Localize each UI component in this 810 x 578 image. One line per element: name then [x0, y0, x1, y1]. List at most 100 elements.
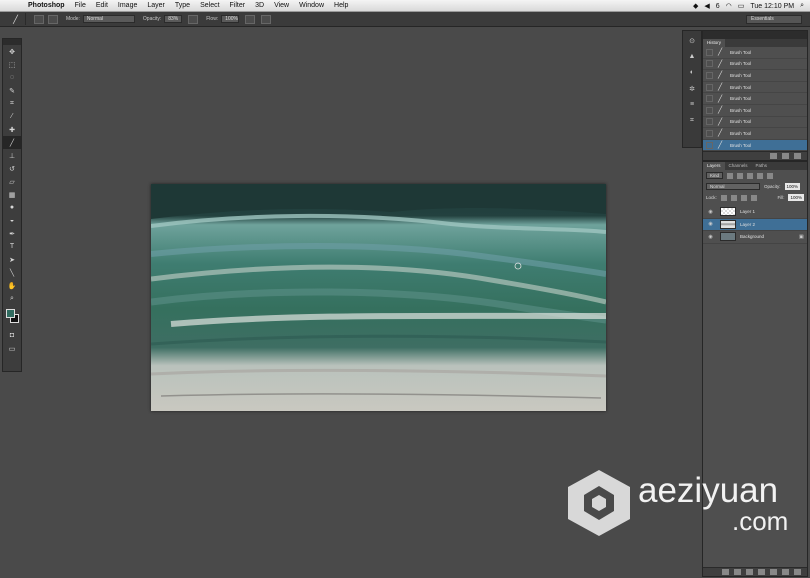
brush-tool-icon[interactable]: ╱: [3, 136, 21, 149]
history-source-box[interactable]: [706, 60, 713, 68]
history-source-box[interactable]: [706, 95, 713, 103]
adjustment-layer-icon[interactable]: [758, 569, 765, 575]
menu-select[interactable]: Select: [195, 2, 224, 9]
blend-mode-select[interactable]: Normal: [706, 183, 760, 190]
brush-size-picker[interactable]: [34, 14, 44, 24]
tab-history[interactable]: History: [703, 39, 726, 47]
filter-adjustment-icon[interactable]: [737, 172, 744, 179]
visibility-eye-icon[interactable]: ◉: [706, 209, 715, 215]
history-item[interactable]: ╱ Brush Tool: [703, 82, 807, 94]
info-panel-icon[interactable]: ⌗: [683, 114, 701, 127]
styles-panel-icon[interactable]: ✲: [683, 82, 701, 95]
history-item[interactable]: ╱ Brush Tool: [703, 70, 807, 82]
lock-transparent-icon[interactable]: [720, 194, 727, 201]
status-count[interactable]: 6: [716, 3, 720, 10]
brush-preset-icon[interactable]: ╱: [6, 13, 26, 25]
layer-fill-field[interactable]: 100%: [788, 194, 804, 201]
history-source-box[interactable]: [706, 71, 713, 79]
layer-opacity-field[interactable]: 100%: [784, 183, 801, 190]
move-tool-icon[interactable]: ✥: [3, 45, 21, 58]
quick-select-tool-icon[interactable]: ✎: [3, 84, 21, 97]
tab-channels[interactable]: Channels: [725, 162, 752, 170]
menu-image[interactable]: Image: [113, 2, 142, 9]
battery-icon[interactable]: ▭: [738, 2, 745, 10]
histogram-panel-icon[interactable]: ▲: [683, 50, 701, 63]
history-source-box[interactable]: [706, 129, 713, 137]
visibility-eye-icon[interactable]: ◉: [706, 234, 715, 240]
history-item[interactable]: ╱ Brush Tool: [703, 128, 807, 140]
new-group-icon[interactable]: [770, 569, 777, 575]
tab-layers[interactable]: Layers: [703, 162, 725, 170]
type-tool-icon[interactable]: T: [3, 240, 21, 253]
menu-3d[interactable]: 3D: [250, 2, 269, 9]
history-source-box[interactable]: [706, 106, 713, 114]
airbrush-icon[interactable]: [245, 14, 256, 24]
tab-paths[interactable]: Paths: [752, 162, 772, 170]
wifi-icon[interactable]: ◠: [726, 2, 732, 10]
healing-tool-icon[interactable]: ✚: [3, 123, 21, 136]
clone-stamp-tool-icon[interactable]: ⊥: [3, 149, 21, 162]
layer-row[interactable]: ◉ Layer 1: [703, 206, 807, 219]
history-item[interactable]: ╱ Brush Tool: [703, 117, 807, 129]
lasso-tool-icon[interactable]: ◌: [3, 71, 21, 84]
history-item-selected[interactable]: ╱ Brush Tool: [703, 139, 807, 152]
lock-pixels-icon[interactable]: [730, 194, 737, 201]
opacity-field[interactable]: 83%: [164, 15, 183, 23]
filter-smart-object-icon[interactable]: [767, 172, 774, 179]
crop-tool-icon[interactable]: ⌗: [3, 97, 21, 110]
hand-tool-icon[interactable]: ✋: [3, 279, 21, 292]
history-item[interactable]: ╱ Brush Tool: [703, 105, 807, 117]
shape-tool-icon[interactable]: ╲: [3, 266, 21, 279]
history-item[interactable]: ╱ Brush Tool: [703, 59, 807, 71]
visibility-eye-icon[interactable]: ◉: [706, 221, 715, 227]
dodge-tool-icon[interactable]: ◒: [3, 214, 21, 227]
filter-kind-select[interactable]: Kind: [706, 172, 724, 179]
history-source-box[interactable]: [706, 48, 713, 56]
history-item[interactable]: ╱ Brush Tool: [703, 93, 807, 105]
layer-row[interactable]: ◉ Background ▣: [703, 231, 807, 244]
blur-tool-icon[interactable]: ●: [3, 201, 21, 214]
path-select-tool-icon[interactable]: ➤: [3, 253, 21, 266]
zoom-tool-icon[interactable]: ⌕: [3, 292, 21, 305]
menu-filter[interactable]: Filter: [225, 2, 251, 9]
mode-select[interactable]: Normal: [82, 15, 135, 23]
pressure-opacity-icon[interactable]: [188, 14, 199, 24]
screen-mode-icon[interactable]: ▭: [3, 342, 21, 355]
lock-position-icon[interactable]: [740, 194, 747, 201]
spotlight-search-icon[interactable]: ⌕: [800, 2, 804, 10]
menu-help[interactable]: Help: [329, 2, 353, 9]
delete-layer-icon[interactable]: [794, 569, 801, 575]
menu-layer[interactable]: Layer: [142, 2, 170, 9]
add-mask-icon[interactable]: [746, 569, 753, 575]
history-item[interactable]: ╱ Brush Tool: [703, 47, 807, 59]
document-canvas[interactable]: [151, 184, 606, 411]
new-layer-icon[interactable]: [782, 569, 789, 575]
foreground-color-swatch[interactable]: [6, 309, 15, 318]
menu-view[interactable]: View: [269, 2, 294, 9]
menu-file[interactable]: File: [70, 2, 91, 9]
pen-tool-icon[interactable]: ✒: [3, 227, 21, 240]
eraser-tool-icon[interactable]: ▱: [3, 175, 21, 188]
new-document-from-state-icon[interactable]: [770, 153, 777, 159]
history-panel-icon[interactable]: ⊙: [683, 34, 701, 47]
history-source-box[interactable]: [706, 141, 713, 149]
color-swatches[interactable]: [3, 307, 21, 327]
marquee-tool-icon[interactable]: ⬚: [3, 58, 21, 71]
properties-panel-icon[interactable]: ≡: [683, 98, 701, 111]
layer-row-selected[interactable]: ◉ Layer 2: [703, 218, 807, 231]
workspace-switcher[interactable]: Essentials: [746, 15, 802, 24]
volume-icon[interactable]: ◀: [704, 2, 709, 10]
menu-window[interactable]: Window: [294, 2, 329, 9]
clock[interactable]: Tue 12:10 PM: [750, 3, 794, 10]
filter-pixel-icon[interactable]: [727, 172, 734, 179]
pressure-size-icon[interactable]: [261, 14, 272, 24]
app-menu[interactable]: Photoshop: [20, 2, 70, 9]
link-layers-icon[interactable]: [722, 569, 729, 575]
history-source-box[interactable]: [706, 83, 713, 91]
gradient-tool-icon[interactable]: ▦: [3, 188, 21, 201]
adjustments-panel-icon[interactable]: ◐: [683, 66, 701, 79]
menu-type[interactable]: Type: [170, 2, 195, 9]
dropbox-icon[interactable]: ◆: [693, 2, 698, 10]
filter-shape-icon[interactable]: [757, 172, 764, 179]
menu-edit[interactable]: Edit: [91, 2, 113, 9]
